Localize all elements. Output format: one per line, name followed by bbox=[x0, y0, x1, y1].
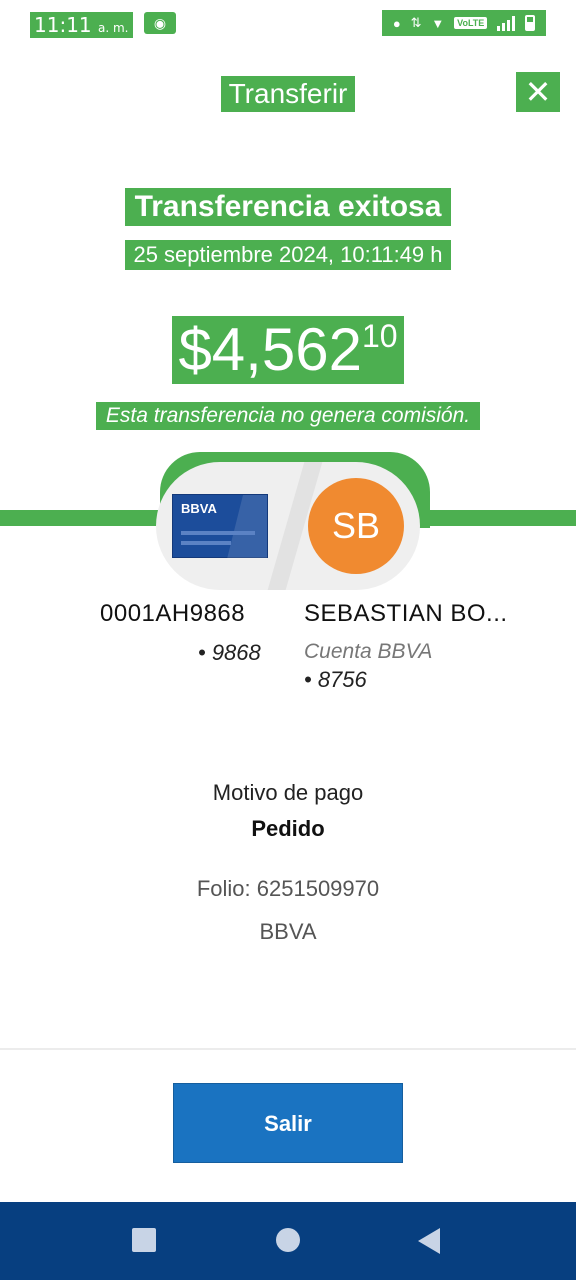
circle-home-icon[interactable] bbox=[276, 1228, 300, 1252]
folio-number: Folio: 6251509970 bbox=[196, 876, 380, 901]
volte-icon: VoLTE bbox=[454, 17, 488, 29]
page-title: Transferir bbox=[0, 76, 576, 112]
status-bar: 11:11 a. m. ◉ ● ⇅ ▼ VoLTE bbox=[0, 0, 576, 48]
origin-account-name: 0001AH9868 bbox=[100, 600, 246, 627]
data-arrows-icon: ⇅ bbox=[410, 15, 422, 30]
footer-divider bbox=[0, 1048, 576, 1050]
wifi-icon: ▼ bbox=[431, 15, 445, 31]
origin-last-digits: • 9868 bbox=[198, 640, 261, 665]
salir-button[interactable]: Salir bbox=[173, 1083, 403, 1163]
avatar: SB bbox=[308, 478, 404, 574]
close-button[interactable]: ✕ bbox=[516, 72, 560, 112]
transfer-datetime: 25 septiembre 2024, 10:11:49 h bbox=[0, 240, 576, 270]
bbva-card-icon: BBVA bbox=[172, 494, 268, 559]
accounts-pill: BBVA SB bbox=[156, 462, 420, 590]
commission-note: Esta transferencia no genera comisión. bbox=[0, 402, 576, 430]
dot-icon: ● bbox=[392, 15, 401, 31]
card-logo: BBVA bbox=[181, 501, 217, 516]
motivo-value: Pedido bbox=[251, 816, 325, 841]
transfer-amount: $4,56210 bbox=[0, 316, 576, 384]
destination-name: SEBASTIAN BO... bbox=[304, 600, 508, 627]
destination-account-type: Cuenta BBVA bbox=[304, 640, 433, 663]
success-title: Transferencia exitosa bbox=[0, 188, 576, 226]
signal-icon bbox=[497, 15, 516, 31]
status-icons: ● ⇅ ▼ VoLTE bbox=[382, 10, 546, 36]
status-time: 11:11 a. m. bbox=[30, 12, 133, 38]
cast-icon: ◉ bbox=[144, 12, 176, 34]
destination-last-digits: • 8756 bbox=[304, 667, 367, 692]
bank-name: BBVA bbox=[259, 919, 317, 944]
close-icon: ✕ bbox=[524, 74, 552, 110]
motivo-label: Motivo de pago bbox=[212, 780, 364, 805]
triangle-back-icon[interactable] bbox=[418, 1228, 440, 1254]
square-recents-icon[interactable] bbox=[132, 1228, 156, 1252]
battery-icon bbox=[525, 15, 536, 31]
